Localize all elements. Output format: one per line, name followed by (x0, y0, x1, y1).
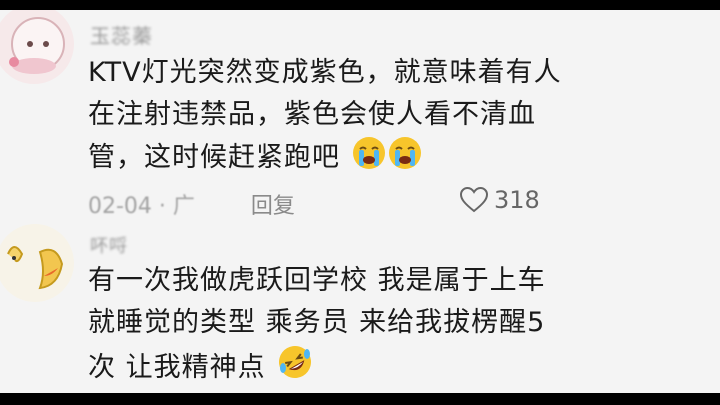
comment-line-text: 管，这时候赶紧跑吧 (88, 142, 340, 173)
like-count: 318 (494, 186, 540, 214)
like-button[interactable]: 318 (460, 186, 540, 214)
comment-line: 在注射违禁品，紫色会使人看不清血 (88, 94, 562, 136)
comment-line: KTV灯光突然变成紫色，就意味着有人 (88, 57, 562, 88)
loudly-crying-face-icon (388, 136, 422, 183)
comment-line: 有一次我做虎跃回学校 我是属于上车 (88, 265, 546, 296)
heart-icon (460, 187, 488, 213)
user-avatar[interactable] (0, 224, 74, 302)
comment-date: 02-04 · 广 (88, 194, 195, 219)
comment-line-text: 次 让我精神点 (88, 352, 266, 383)
comment-line: 就睡觉的类型 乘务员 来给我拔楞醒5 (88, 307, 546, 338)
username[interactable]: 玉蕊蓁 (90, 20, 153, 49)
comment-line-text: 在注射违禁品，紫色会使人看不清血 (88, 99, 536, 130)
user-avatar[interactable] (0, 10, 74, 84)
comment-line: 次 让我精神点 (88, 344, 546, 393)
loudly-crying-face-icon (352, 136, 386, 183)
reply-button[interactable]: 回复 (251, 188, 295, 220)
comment-text: 有一次我做虎跃回学校 我是属于上车 就睡觉的类型 乘务员 来给我拔楞醒5 次 让… (88, 260, 546, 393)
comment-text: KTV灯光突然变成紫色，就意味着有人 在注射违禁品，紫色会使人看不清血 管，这时… (88, 52, 562, 183)
rolling-on-floor-laughing-icon (277, 344, 313, 393)
comment-feed: 玉蕊蓁 KTV灯光突然变成紫色，就意味着有人 在注射违禁品，紫色会使人看不清血 … (0, 10, 720, 393)
username[interactable]: 吥哷 (90, 232, 128, 258)
comment-meta: 02-04 · 广 回复 (88, 188, 295, 220)
comment-line: 管，这时候赶紧跑吧 (88, 136, 562, 183)
